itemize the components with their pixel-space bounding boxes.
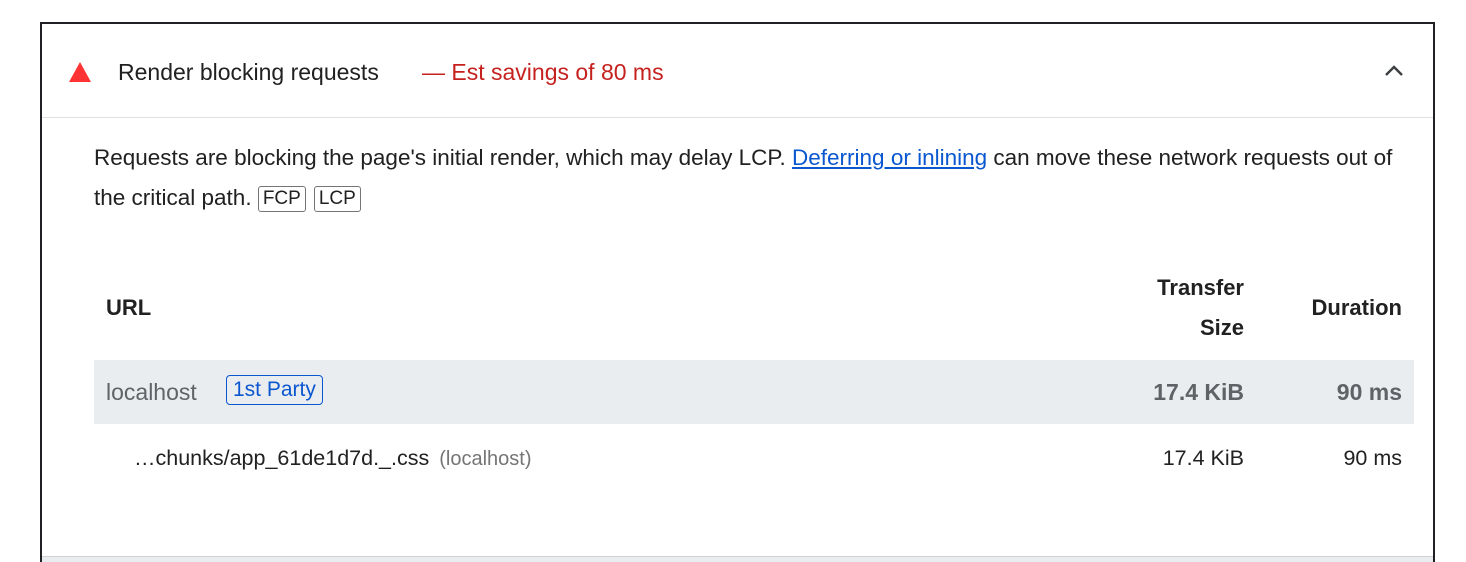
metric-tag-lcp: LCP — [313, 186, 361, 212]
column-header-transfer-size: Transfer Size — [1157, 268, 1244, 348]
first-party-badge: 1st Party — [226, 375, 323, 405]
group-duration: 90 ms — [1336, 379, 1402, 405]
metric-tag-fcp: FCP — [257, 186, 306, 212]
audit-card: Render blocking requests — Est savings o… — [40, 22, 1435, 562]
resource-url[interactable]: …chunks/app_61de1d7d._.css (localhost) — [134, 443, 532, 474]
table-row: …chunks/app_61de1d7d._.css (localhost) 17… — [94, 424, 1414, 490]
resource-transfer-size: 17.4 KiB — [1162, 446, 1244, 470]
group-entity-name: localhost — [106, 379, 197, 405]
group-transfer-size: 17.4 KiB — [1153, 379, 1244, 405]
audit-description: Requests are blocking the page's initial… — [94, 138, 1414, 218]
column-header-url: URL — [106, 295, 152, 320]
next-audit-edge — [42, 556, 1433, 562]
audit-header[interactable]: Render blocking requests — Est savings o… — [42, 24, 1433, 118]
audit-savings: — Est savings of 80 ms — [422, 59, 664, 85]
column-header-duration: Duration — [1311, 295, 1402, 320]
deferring-or-inlining-link[interactable]: Deferring or inlining — [792, 145, 987, 170]
column-header-transfer-size-line1: Transfer — [1157, 275, 1244, 300]
table-group-row: localhost 1st Party 17.4 KiB 90 ms — [94, 360, 1414, 424]
audit-title: Render blocking requests — [118, 59, 379, 85]
resource-url-path: …chunks/app_61de1d7d._.css — [134, 446, 430, 470]
resource-duration: 90 ms — [1343, 446, 1402, 470]
chevron-up-icon[interactable] — [1383, 60, 1405, 82]
resource-host: (localhost) — [439, 448, 532, 470]
warning-triangle-icon — [69, 62, 91, 82]
description-text-before: Requests are blocking the page's initial… — [94, 145, 793, 170]
column-header-transfer-size-line2: Size — [1199, 315, 1244, 340]
